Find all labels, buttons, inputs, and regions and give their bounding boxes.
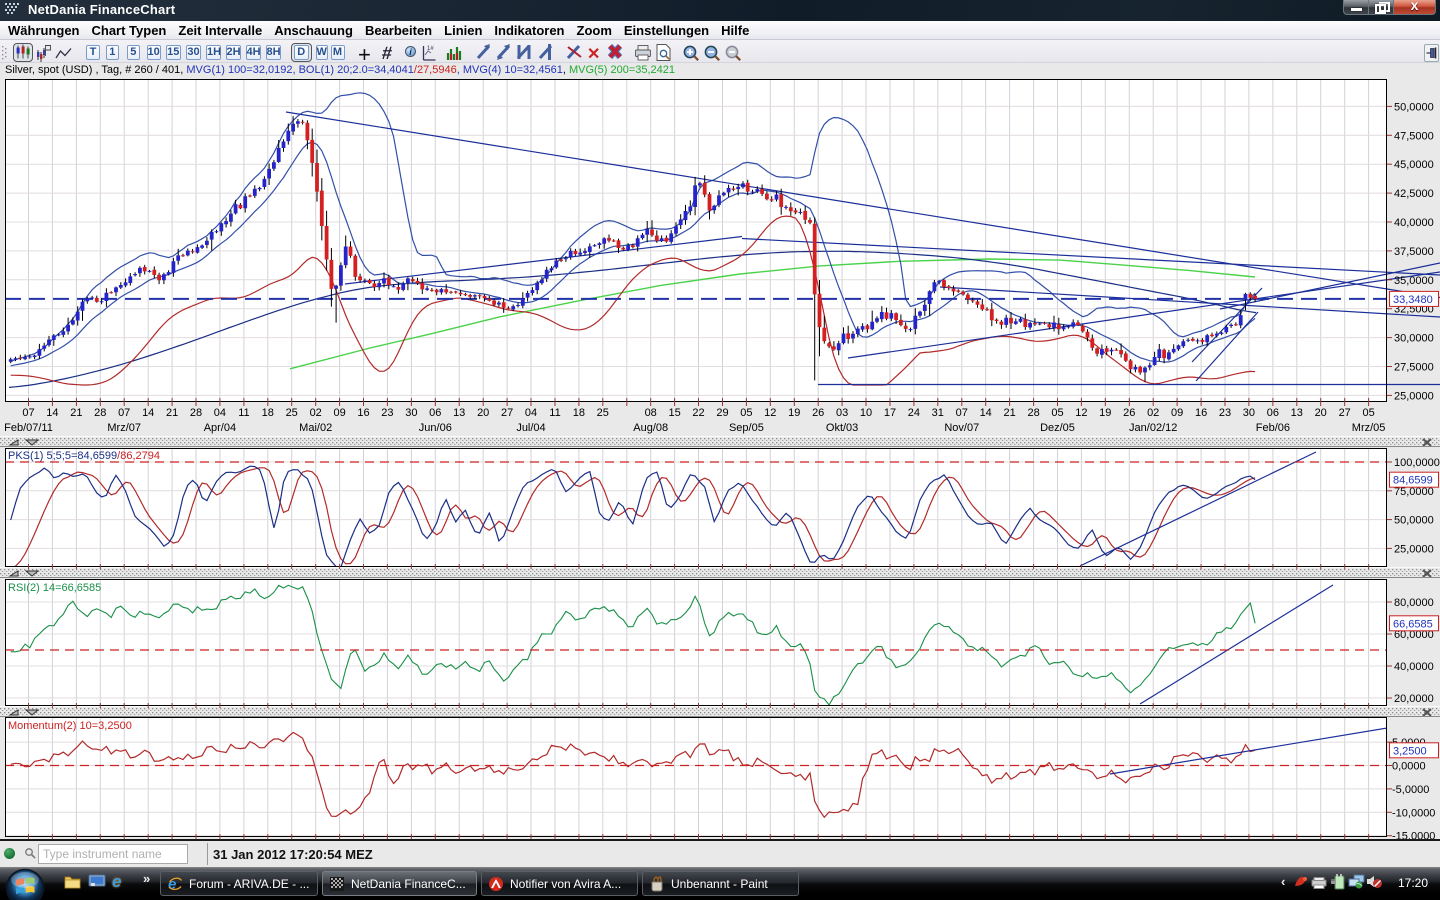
svg-text:06: 06 [429,407,441,419]
svg-text:12: 12 [1075,407,1087,419]
svg-text:11: 11 [549,407,560,419]
svg-text:19: 19 [788,407,800,419]
svg-text:Jul/04: Jul/04 [516,422,545,434]
svg-text:Apr/04: Apr/04 [204,422,236,434]
svg-text:16: 16 [1195,407,1207,419]
svg-text:Jun/06: Jun/06 [419,422,452,434]
svg-text:37,5000: 37,5000 [1394,246,1434,258]
svg-text:13: 13 [1291,407,1303,419]
svg-text:40,0000: 40,0000 [1394,661,1434,673]
svg-text:42,5000: 42,5000 [1394,188,1434,200]
svg-text:RSI(2) 14=66,6585: RSI(2) 14=66,6585 [8,582,101,594]
svg-text:Okt/03: Okt/03 [826,422,858,434]
svg-text:23: 23 [381,407,393,419]
svg-text:35,0000: 35,0000 [1394,275,1434,287]
svg-text:14: 14 [46,407,58,419]
svg-text:26: 26 [1123,407,1135,419]
svg-text:28: 28 [190,407,202,419]
svg-text:28: 28 [1027,407,1039,419]
svg-text:0,0000: 0,0000 [1392,761,1426,773]
svg-text:30: 30 [1243,407,1255,419]
svg-text:02: 02 [1147,407,1159,419]
svg-text:23: 23 [1219,407,1231,419]
svg-text:03: 03 [836,407,848,419]
svg-text:18: 18 [262,407,274,419]
svg-text:07: 07 [956,407,968,419]
svg-text:25,0000: 25,0000 [1394,390,1434,402]
svg-text:33,3480: 33,3480 [1393,294,1433,306]
svg-text:24: 24 [908,407,920,419]
svg-text:02: 02 [310,407,322,419]
svg-text:11: 11 [238,407,249,419]
svg-text:25: 25 [286,407,298,419]
svg-text:50,0000: 50,0000 [1394,515,1434,527]
svg-text:Feb/07/11: Feb/07/11 [4,422,53,434]
svg-text:80,0000: 80,0000 [1394,597,1434,609]
svg-text:12: 12 [764,407,776,419]
svg-text:27,5000: 27,5000 [1394,362,1434,374]
svg-text:Jan/02/12: Jan/02/12 [1129,422,1177,434]
svg-text:15: 15 [668,407,680,419]
svg-text:30,0000: 30,0000 [1394,333,1434,345]
svg-text:47,5000: 47,5000 [1394,130,1434,142]
svg-text:26: 26 [812,407,824,419]
svg-text:09: 09 [333,407,345,419]
svg-text:30: 30 [405,407,417,419]
svg-text:20: 20 [1315,407,1327,419]
svg-text:14: 14 [980,407,992,419]
svg-text:Mrz/07: Mrz/07 [107,422,141,434]
svg-text:20: 20 [477,407,489,419]
svg-text:13: 13 [453,407,465,419]
svg-text:PKS(1) 5;5;5=84,6599/86,2794: PKS(1) 5;5;5=84,6599/86,2794 [8,450,160,462]
svg-text:21: 21 [70,407,82,419]
svg-text:Dez/05: Dez/05 [1040,422,1075,434]
svg-text:40,0000: 40,0000 [1394,217,1434,229]
svg-text:05: 05 [1051,407,1063,419]
svg-text:19: 19 [1099,407,1111,419]
svg-text:27: 27 [1339,407,1351,419]
svg-text:45,0000: 45,0000 [1394,159,1434,171]
svg-text:04: 04 [214,407,226,419]
svg-text:16: 16 [357,407,369,419]
svg-text:25: 25 [597,407,609,419]
svg-text:Momentum(2) 10=3,2500: Momentum(2) 10=3,2500 [8,720,132,732]
svg-text:05: 05 [1362,407,1374,419]
svg-text:21: 21 [1003,407,1015,419]
svg-text:07: 07 [22,407,34,419]
svg-text:84,6599: 84,6599 [1393,475,1433,487]
svg-text:31: 31 [932,407,944,419]
svg-text:09: 09 [1171,407,1183,419]
svg-text:14: 14 [142,407,154,419]
svg-text:Feb/06: Feb/06 [1256,422,1290,434]
svg-text:Mai/02: Mai/02 [299,422,332,434]
svg-text:-10,0000: -10,0000 [1392,807,1435,819]
svg-text:18: 18 [573,407,585,419]
svg-text:22: 22 [692,407,704,419]
svg-text:Aug/08: Aug/08 [633,422,668,434]
svg-text:66,6585: 66,6585 [1393,618,1433,630]
svg-text:100,0000: 100,0000 [1394,457,1440,469]
svg-text:3,2500: 3,2500 [1393,745,1427,757]
svg-text:Sep/05: Sep/05 [729,422,764,434]
svg-text:27: 27 [501,407,513,419]
svg-text:07: 07 [118,407,130,419]
svg-text:10: 10 [860,407,872,419]
svg-text:06: 06 [1267,407,1279,419]
svg-text:04: 04 [525,407,537,419]
svg-text:17: 17 [884,407,896,419]
svg-text:28: 28 [94,407,106,419]
svg-text:21: 21 [166,407,178,419]
svg-text:20,0000: 20,0000 [1394,693,1434,705]
svg-text:-5,0000: -5,0000 [1392,784,1429,796]
svg-text:29: 29 [716,407,728,419]
svg-text:25,0000: 25,0000 [1394,543,1434,555]
svg-text:08: 08 [645,407,657,419]
svg-text:Nov/07: Nov/07 [944,422,979,434]
svg-text:50,0000: 50,0000 [1394,101,1434,113]
svg-text:05: 05 [740,407,752,419]
svg-text:Mrz/05: Mrz/05 [1352,422,1386,434]
